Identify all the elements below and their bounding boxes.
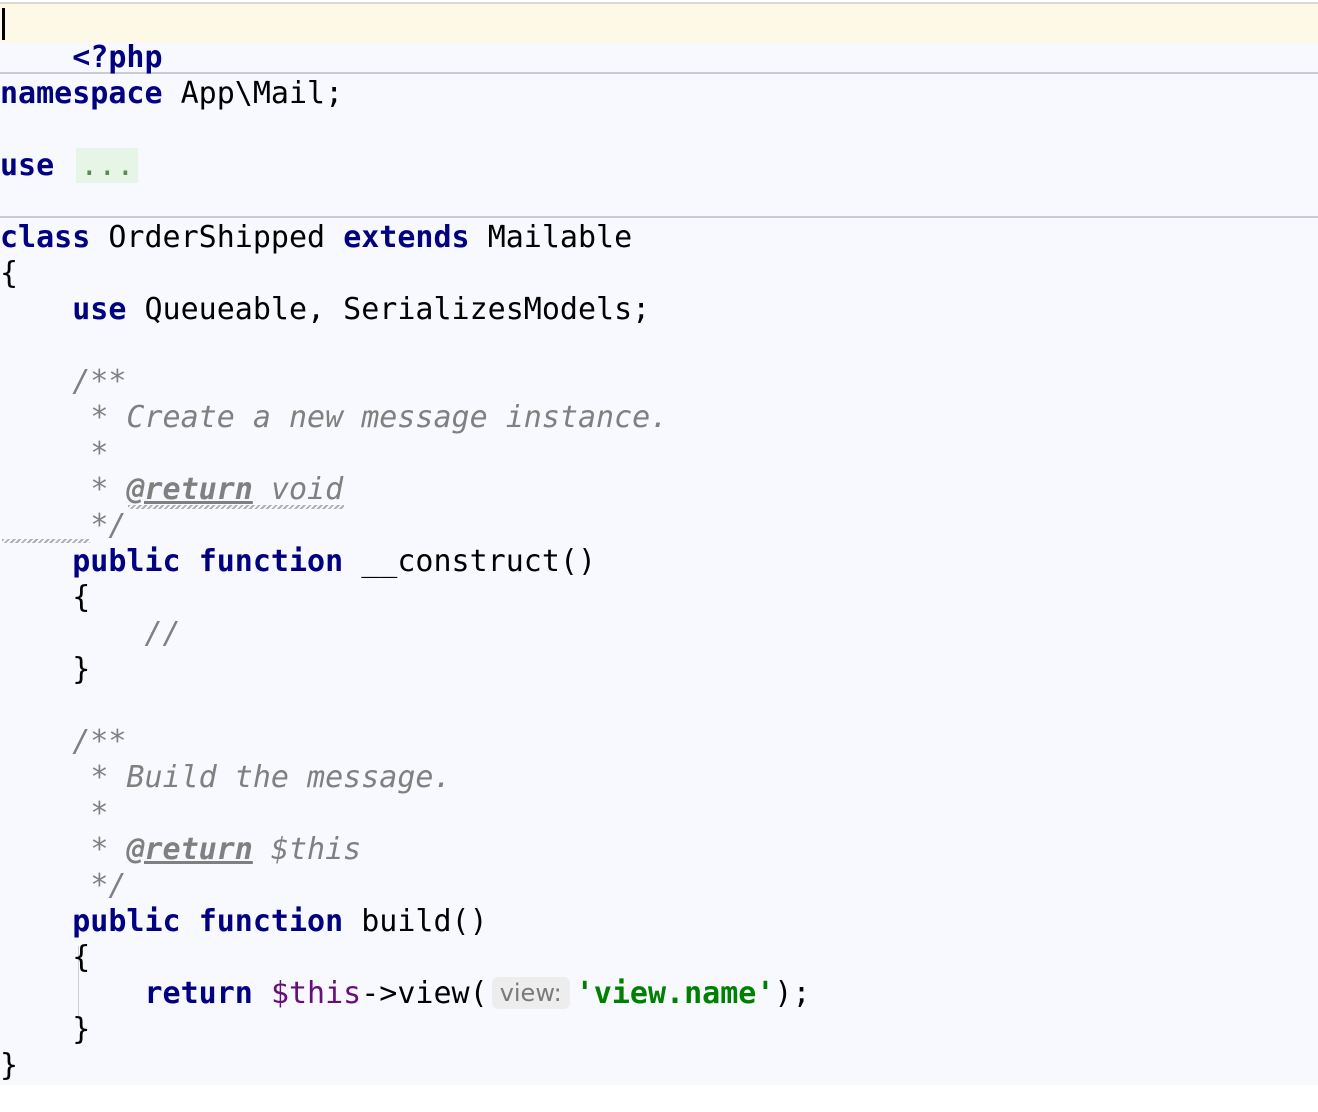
warning-squiggle <box>2 539 90 543</box>
warning-squiggle <box>128 505 344 509</box>
brace: { <box>72 580 91 615</box>
brace: } <box>0 1048 19 1083</box>
code-line-class[interactable]: class OrderShipped extends Mailable <box>0 220 632 256</box>
return-keyword: return <box>144 976 253 1011</box>
parameter-hint: view: <box>491 976 570 1009</box>
text-caret <box>2 8 5 40</box>
namespace-keyword: namespace <box>0 76 163 111</box>
trait-list: Queueable, SerializesModels; <box>144 292 651 327</box>
brace: } <box>72 1012 91 1047</box>
extends-keyword: extends <box>343 220 470 255</box>
code-line-doc-open[interactable]: /** <box>0 724 126 760</box>
code-editor[interactable]: <?php namespace App\Mail; use ... class … <box>0 0 1318 1112</box>
code-line-doc-desc[interactable]: * Build the message. <box>0 760 452 796</box>
code-line-constructor[interactable]: public function __construct() <box>0 544 596 580</box>
line-comment: // <box>144 616 181 651</box>
code-line-doc-open[interactable]: /** <box>0 364 126 400</box>
class-keyword: class <box>0 220 91 255</box>
parent-class-name: Mailable <box>487 220 633 255</box>
public-keyword: public <box>72 904 181 939</box>
public-keyword: public <box>72 544 181 579</box>
namespace-name: App\Mail; <box>180 76 344 111</box>
doc-return-type: $this <box>270 832 362 867</box>
code-line-doc-star[interactable]: * <box>0 436 108 472</box>
code-line-class-open[interactable]: { <box>0 256 18 292</box>
doc-description: * Create a new message instance. <box>90 400 669 435</box>
call-end: ); <box>774 976 811 1011</box>
code-line-doc-return[interactable]: * @return $this <box>0 832 361 868</box>
code-line-use-fold[interactable]: use ... <box>0 148 139 184</box>
php-open-tag: <?php <box>72 40 163 75</box>
doc-return-type: void <box>270 472 344 507</box>
doc-description: * Build the message. <box>90 760 452 795</box>
section-separator <box>0 72 1318 74</box>
code-line-doc-close[interactable]: */ <box>0 868 126 904</box>
function-keyword: function <box>198 544 344 579</box>
doc-star: * <box>90 436 109 471</box>
doc-star-prefix: * <box>90 832 127 867</box>
folded-imports[interactable]: ... <box>76 148 139 183</box>
this-variable: $this <box>270 976 362 1011</box>
code-line-ctor-close[interactable]: } <box>0 652 90 688</box>
doc-close: */ <box>90 508 127 543</box>
code-line-doc-star[interactable]: * <box>0 796 108 832</box>
code-line-build-open[interactable]: { <box>0 940 90 976</box>
doc-star-prefix: * <box>90 472 127 507</box>
string-literal: 'view.name' <box>575 976 775 1011</box>
doc-close: */ <box>90 868 127 903</box>
brace: { <box>72 940 91 975</box>
code-line-ctor-comment[interactable]: // <box>0 616 181 652</box>
use-keyword: use <box>72 292 127 327</box>
code-line-build-close[interactable]: } <box>0 1012 90 1048</box>
doc-open: /** <box>72 724 127 759</box>
code-line-return[interactable]: return $this->view(view:'view.name'); <box>0 976 811 1012</box>
view-call: ->view( <box>361 976 488 1011</box>
code-line-doc-desc[interactable]: * Create a new message instance. <box>0 400 668 436</box>
code-line-build[interactable]: public function build() <box>0 904 488 940</box>
function-keyword: function <box>198 904 344 939</box>
method-name: build() <box>361 904 488 939</box>
code-line-namespace[interactable]: namespace App\Mail; <box>0 76 343 112</box>
code-line-class-close[interactable]: } <box>0 1048 18 1084</box>
brace: } <box>72 652 91 687</box>
brace: { <box>0 256 19 291</box>
code-line-doc-return[interactable]: * @return void <box>0 472 343 508</box>
current-line-highlight <box>0 4 1318 42</box>
constructor-name: __construct() <box>361 544 597 579</box>
code-line-ctor-open[interactable]: { <box>0 580 90 616</box>
doc-return-tag: @return <box>126 472 253 507</box>
doc-open: /** <box>72 364 127 399</box>
section-separator <box>0 216 1318 218</box>
doc-star: * <box>90 796 109 831</box>
code-line-php-open[interactable]: <?php <box>0 4 162 75</box>
class-name: OrderShipped <box>108 220 326 255</box>
doc-return-tag: @return <box>126 832 253 867</box>
code-line-trait-use[interactable]: use Queueable, SerializesModels; <box>0 292 650 328</box>
use-keyword: use <box>0 148 55 183</box>
